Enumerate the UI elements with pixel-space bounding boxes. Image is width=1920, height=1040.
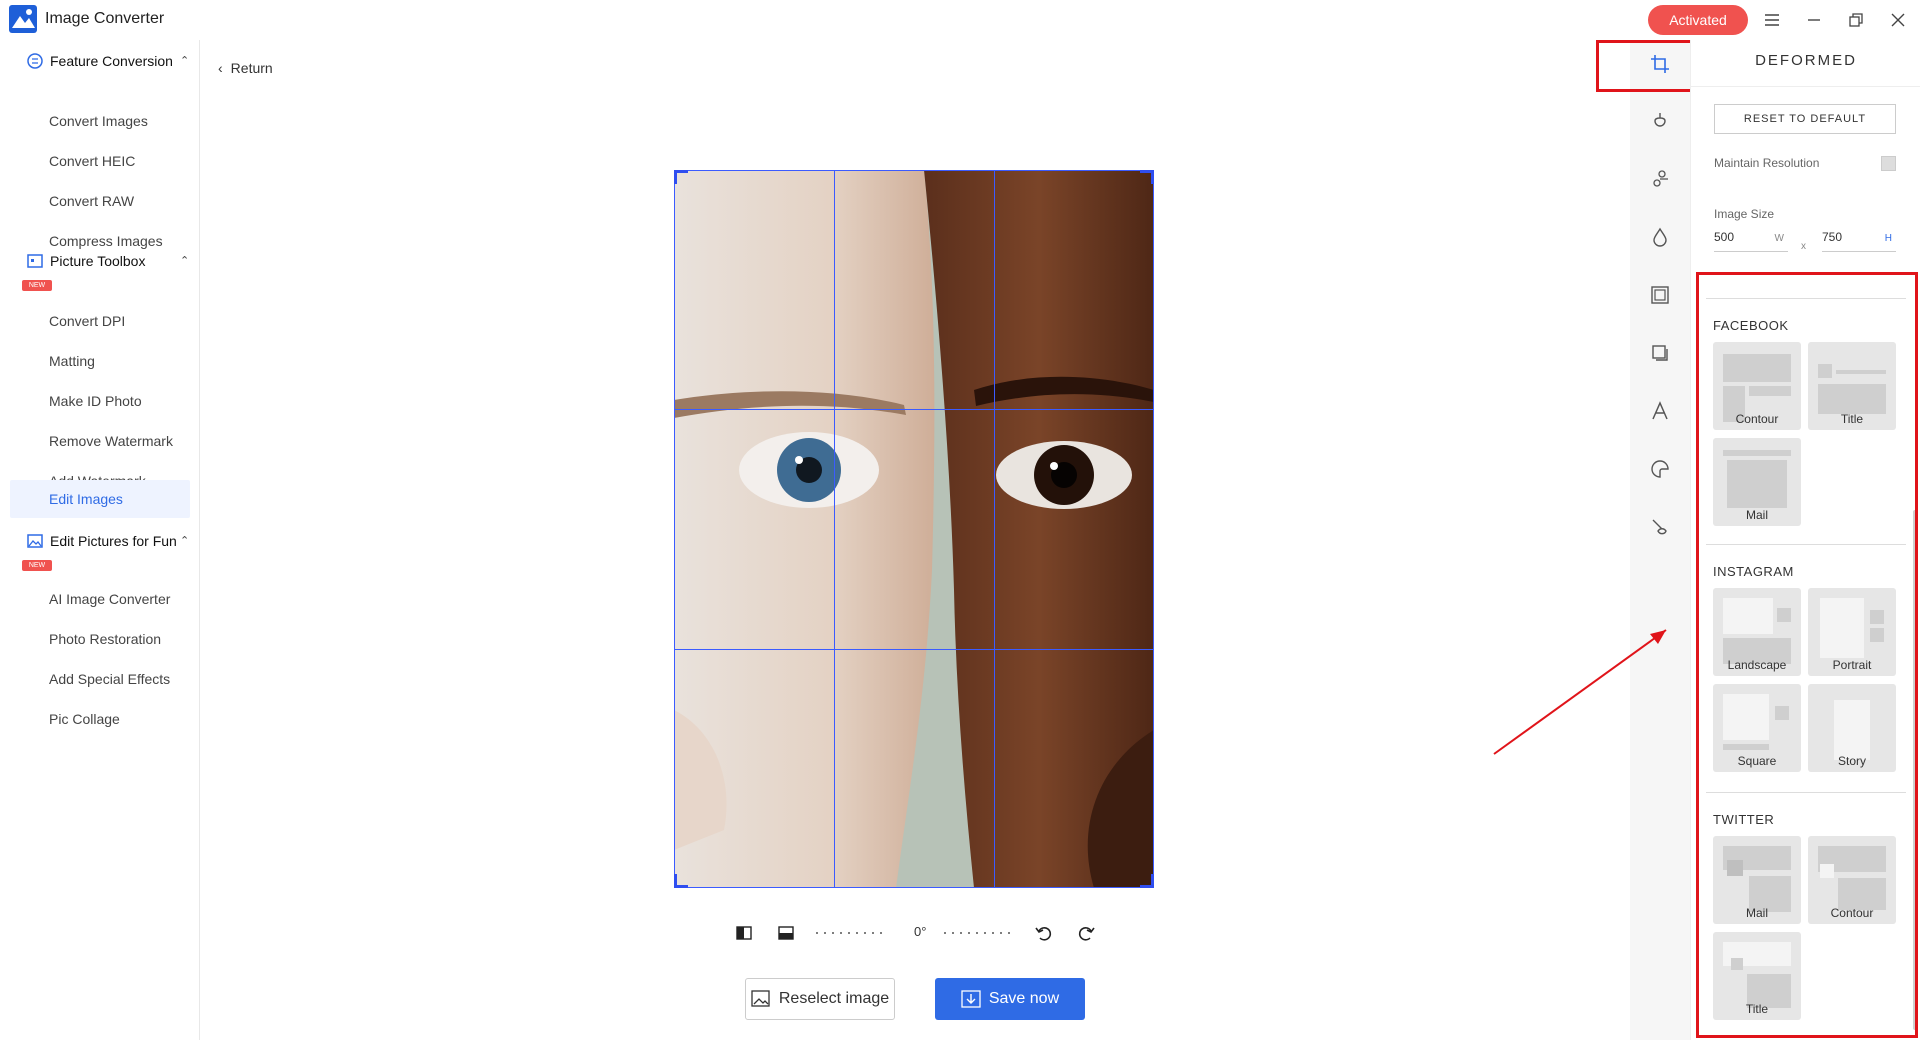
download-icon bbox=[961, 990, 981, 1008]
group-feature-conversion[interactable]: Feature Conversion ⌃ bbox=[26, 50, 189, 72]
tool-rail bbox=[1630, 40, 1690, 1040]
adjust-icon[interactable] bbox=[1645, 164, 1675, 194]
return-label: Return bbox=[230, 60, 273, 76]
group-label: Edit Pictures for Fun bbox=[50, 533, 177, 549]
edit-fun-icon bbox=[27, 534, 43, 548]
app-logo-icon bbox=[9, 5, 37, 33]
close-icon[interactable] bbox=[1886, 8, 1910, 32]
minimize-icon[interactable] bbox=[1802, 8, 1826, 32]
chevron-left-icon: ‹ bbox=[218, 60, 223, 76]
sidebar-item-convert-images[interactable]: Convert Images bbox=[10, 102, 190, 140]
brush-icon[interactable] bbox=[1645, 512, 1675, 542]
feature-conversion-icon bbox=[27, 53, 43, 69]
maintain-resolution-checkbox[interactable] bbox=[1881, 156, 1896, 171]
annotation-arrow-icon bbox=[1493, 629, 1667, 755]
return-link[interactable]: ‹ Return bbox=[218, 60, 273, 76]
sidebar-item-ai-image-converter[interactable]: AI Image Converter bbox=[10, 580, 190, 618]
save-now-button[interactable]: Save now bbox=[935, 978, 1085, 1020]
reselect-image-button[interactable]: Reselect image bbox=[745, 978, 895, 1020]
crop-handle[interactable] bbox=[674, 170, 688, 184]
reset-to-default-button[interactable]: RESET TO DEFAULT bbox=[1714, 104, 1896, 134]
droplet-icon[interactable] bbox=[1645, 222, 1675, 252]
group-label: Feature Conversion bbox=[50, 53, 173, 69]
rotate-left-icon[interactable] bbox=[1034, 923, 1054, 943]
crop-handle[interactable] bbox=[1140, 170, 1154, 184]
size-separator: x bbox=[1801, 241, 1806, 252]
width-field[interactable]: 500 W bbox=[1714, 230, 1788, 252]
title-bar: Image Converter Activated bbox=[0, 0, 1920, 40]
transform-toolbar: 0° bbox=[730, 918, 1100, 948]
image-size-label: Image Size bbox=[1714, 207, 1775, 221]
group-edit-pictures-fun[interactable]: Edit Pictures for Fun ⌃ bbox=[26, 530, 189, 552]
panel-title: DEFORMED bbox=[1755, 52, 1857, 69]
sidebar-item-add-special-effects[interactable]: Add Special Effects bbox=[10, 660, 190, 698]
sidebar-item-pic-collage[interactable]: Pic Collage bbox=[10, 700, 190, 738]
sidebar-item-matting[interactable]: Matting bbox=[10, 342, 190, 380]
sidebar: Feature Conversion ⌃ Convert Images Conv… bbox=[0, 40, 200, 1040]
sidebar-item-remove-watermark[interactable]: Remove Watermark bbox=[10, 422, 190, 460]
save-label: Save now bbox=[988, 990, 1060, 1007]
drop-icon[interactable] bbox=[1645, 106, 1675, 136]
group-picture-toolbox[interactable]: Picture Toolbox ⌃ bbox=[26, 250, 189, 272]
sticker-icon[interactable] bbox=[1645, 454, 1675, 484]
preset-list-highlight bbox=[1696, 272, 1918, 1038]
crop-frame[interactable] bbox=[674, 170, 1154, 888]
reselect-label: Reselect image bbox=[778, 990, 890, 1007]
restore-icon[interactable] bbox=[1844, 8, 1868, 32]
rotation-slider-left[interactable] bbox=[816, 932, 882, 934]
picture-toolbox-icon bbox=[27, 254, 43, 268]
sidebar-item-convert-dpi[interactable]: Convert DPI bbox=[10, 302, 190, 340]
new-badge: NEW bbox=[22, 560, 52, 571]
rotation-value: 0° bbox=[914, 924, 927, 939]
activated-badge[interactable]: Activated bbox=[1648, 5, 1748, 35]
sidebar-item-convert-raw[interactable]: Convert RAW bbox=[10, 182, 190, 220]
group-label: Picture Toolbox bbox=[50, 253, 146, 269]
frame-icon[interactable] bbox=[1645, 280, 1675, 310]
photo-canvas[interactable] bbox=[674, 170, 1154, 888]
crop-handle[interactable] bbox=[1140, 874, 1154, 888]
chevron-up-icon[interactable]: ⌃ bbox=[180, 254, 189, 267]
flip-vertical-icon[interactable] bbox=[776, 923, 796, 943]
new-badge: NEW bbox=[22, 280, 52, 291]
crop-tool-highlight bbox=[1596, 40, 1698, 92]
app-title: Image Converter bbox=[45, 10, 165, 27]
layer-icon[interactable] bbox=[1645, 338, 1675, 368]
app-window: Image Converter Activated Feature Conver… bbox=[0, 0, 1920, 1040]
rotate-right-icon[interactable] bbox=[1076, 923, 1096, 943]
height-unit: H bbox=[1884, 233, 1892, 244]
maintain-resolution-label: Maintain Resolution bbox=[1714, 156, 1820, 170]
flip-horizontal-icon[interactable] bbox=[734, 923, 754, 943]
sidebar-item-make-id-photo[interactable]: Make ID Photo bbox=[10, 382, 190, 420]
sidebar-item-convert-heic[interactable]: Convert HEIC bbox=[10, 142, 190, 180]
image-icon bbox=[751, 990, 770, 1007]
chevron-up-icon[interactable]: ⌃ bbox=[180, 54, 189, 67]
chevron-up-icon[interactable]: ⌃ bbox=[180, 534, 189, 547]
divider bbox=[1691, 86, 1920, 87]
sidebar-item-photo-restoration[interactable]: Photo Restoration bbox=[10, 620, 190, 658]
rotation-slider-right[interactable] bbox=[944, 932, 1010, 934]
menu-icon[interactable] bbox=[1760, 8, 1784, 32]
crop-handle[interactable] bbox=[674, 874, 688, 888]
width-unit: W bbox=[1774, 233, 1784, 244]
sidebar-item-edit-images[interactable]: Edit Images bbox=[10, 480, 190, 518]
height-value: 750 bbox=[1822, 230, 1843, 244]
height-field[interactable]: 750 H bbox=[1822, 230, 1896, 252]
text-icon[interactable] bbox=[1645, 396, 1675, 426]
width-value: 500 bbox=[1714, 230, 1735, 244]
